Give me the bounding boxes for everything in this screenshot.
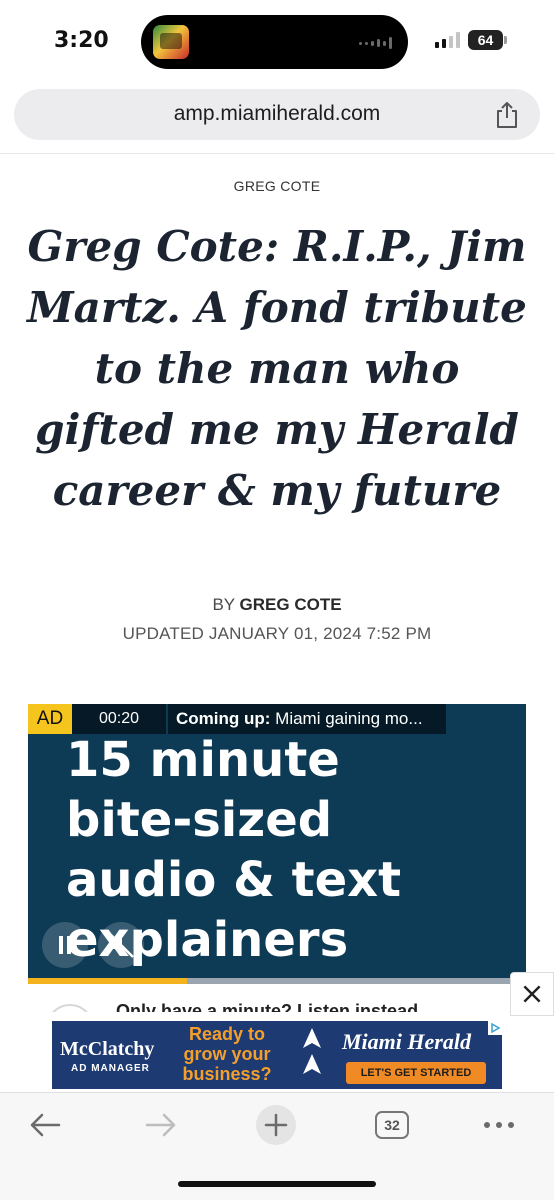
dynamic-island[interactable] xyxy=(141,15,408,69)
more-dots-icon xyxy=(484,1122,514,1128)
status-time: 3:20 xyxy=(54,28,109,53)
banner-brand: McClatchy xyxy=(60,1038,155,1060)
now-playing-app-icon[interactable] xyxy=(153,25,189,59)
back-arrow-icon xyxy=(30,1113,61,1137)
banner-headline-line: business? xyxy=(182,1064,272,1084)
updated-timestamp: UPDATED JANUARY 01, 2024 7:52 PM xyxy=(122,624,432,643)
byline: BY GREG COTE xyxy=(0,595,554,615)
audio-wave-icon xyxy=(359,37,392,49)
address-bar[interactable]: amp.miamiherald.com xyxy=(14,89,540,140)
url-text[interactable]: amp.miamiherald.com xyxy=(14,102,540,126)
ad-badge: AD xyxy=(28,704,72,734)
banner-headline: Ready to grow your business? xyxy=(172,1024,282,1084)
adchoices-icon[interactable] xyxy=(488,1021,502,1035)
tabs-button[interactable]: 32 xyxy=(367,1105,417,1145)
pause-button[interactable] xyxy=(42,922,88,968)
plus-icon xyxy=(256,1105,296,1145)
battery-icon xyxy=(504,36,507,44)
share-icon[interactable] xyxy=(494,101,520,129)
rocket-arrows-icon xyxy=(303,1028,321,1074)
status-bar: 3:20 64 xyxy=(0,0,554,84)
ad-countdown: 00:20 xyxy=(72,704,166,734)
video-progress-fill xyxy=(28,978,188,984)
byline-author[interactable]: GREG COTE xyxy=(240,595,342,614)
banner-brand-sub: AD MANAGER xyxy=(71,1063,150,1074)
back-button[interactable] xyxy=(20,1105,70,1145)
muted-speaker-icon[interactable] xyxy=(98,922,144,968)
banner-ad[interactable]: McClatchy AD MANAGER Ready to grow your … xyxy=(52,1021,502,1089)
forward-button[interactable] xyxy=(136,1105,186,1145)
banner-headline-line: grow your xyxy=(183,1044,271,1064)
video-ad-line: audio & text xyxy=(66,852,402,908)
divider xyxy=(0,153,554,154)
cellular-signal-icon xyxy=(435,32,460,48)
tab-count: 32 xyxy=(375,1111,409,1139)
banner-cta-button[interactable]: LET'S GET STARTED xyxy=(346,1062,486,1084)
video-ad-player[interactable]: 15 minute bite-sized audio & text explai… xyxy=(28,704,526,984)
video-ad-line: 15 minute xyxy=(66,732,340,788)
home-indicator xyxy=(178,1181,376,1187)
banner-headline-line: Ready to xyxy=(188,1024,266,1044)
byline-prefix: BY xyxy=(212,595,235,614)
article-headline: Greg Cote: R.I.P., Jim Martz. A fond tri… xyxy=(27,222,527,515)
section-label[interactable]: GREG COTE xyxy=(0,178,554,194)
more-menu-button[interactable] xyxy=(474,1105,524,1145)
coming-up-prefix: Coming up: xyxy=(176,709,271,728)
video-progress-bar[interactable] xyxy=(28,978,526,984)
coming-up-label: Coming up: Miami gaining mo... xyxy=(168,704,446,734)
new-tab-button[interactable] xyxy=(251,1105,301,1145)
video-ad-line: bite-sized xyxy=(66,792,333,848)
close-ad-icon[interactable] xyxy=(510,972,554,1016)
banner-partner-logo: Miami Herald xyxy=(342,1029,471,1054)
battery-level: 64 xyxy=(468,30,503,50)
coming-up-title: Miami gaining mo... xyxy=(275,709,423,728)
forward-arrow-icon xyxy=(145,1113,176,1137)
